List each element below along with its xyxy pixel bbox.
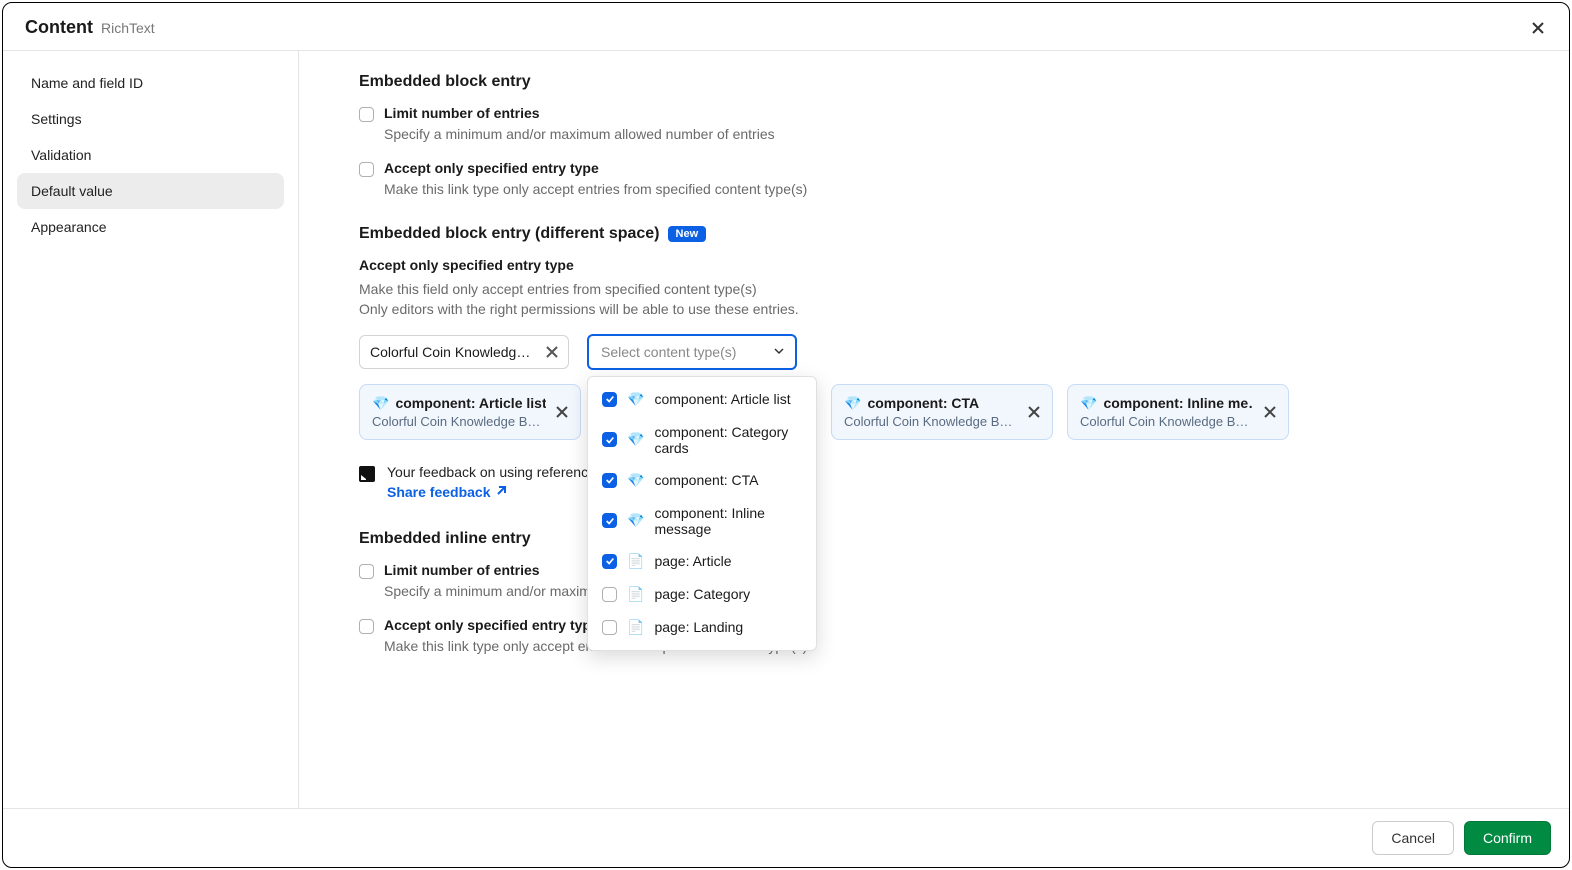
dropdown-item-page-article[interactable]: 📄 page: Article <box>588 545 816 578</box>
share-feedback-link[interactable]: Share feedback <box>387 484 507 500</box>
remove-card-icon[interactable] <box>556 406 568 418</box>
checkbox-limit-entries-2-desc: Specify a minimum and/or maximum allowed… <box>384 583 1509 599</box>
gem-icon: 💎 <box>627 472 644 489</box>
header-subtitle: RichText <box>101 20 155 36</box>
cancel-button[interactable]: Cancel <box>1372 821 1454 855</box>
checkbox-icon <box>602 432 617 447</box>
checkbox-limit-entries-1-label: Limit number of entries <box>384 105 540 121</box>
type-card-title-text: component: CTA <box>867 395 979 411</box>
sidebar-item-appearance[interactable]: Appearance <box>17 209 284 245</box>
dropdown-item-label: component: Inline message <box>654 505 802 537</box>
gem-icon: 💎 <box>1080 395 1097 412</box>
checkbox-limit-entries-2-label: Limit number of entries <box>384 562 540 578</box>
page-icon: 📄 <box>627 619 644 636</box>
dropdown-item-label: page: Article <box>654 553 731 569</box>
dropdown-item-article-list[interactable]: 💎 component: Article list <box>588 383 816 416</box>
gem-icon: 💎 <box>627 431 644 448</box>
section-embedded-block-diff-space-title: Embedded block entry (different space) N… <box>359 225 1509 243</box>
checkbox-limit-entries-1-desc: Specify a minimum and/or maximum allowed… <box>384 126 1509 142</box>
sub-accept-type-desc: Make this field only accept entries from… <box>359 279 1509 320</box>
close-icon[interactable] <box>1529 19 1547 37</box>
page-icon: 📄 <box>627 553 644 570</box>
content-type-select-input[interactable] <box>599 343 767 361</box>
gem-icon: 💎 <box>627 391 644 408</box>
confirm-button[interactable]: Confirm <box>1464 821 1551 855</box>
share-feedback-label: Share feedback <box>387 484 491 500</box>
type-card-subtitle: Colorful Coin Knowledge Base <box>372 414 546 429</box>
dropdown-item-category-cards[interactable]: 💎 component: Category cards <box>588 416 816 464</box>
sidebar-item-default-value[interactable]: Default value <box>17 173 284 209</box>
checkbox-icon <box>602 554 617 569</box>
section-embedded-block-entry-title: Embedded block entry <box>359 73 1509 91</box>
remove-card-icon[interactable] <box>1028 406 1040 418</box>
new-badge: New <box>668 226 707 242</box>
sub-desc-line1: Make this field only accept entries from… <box>359 281 757 297</box>
sub-desc-line2: Only editors with the right permissions … <box>359 301 799 317</box>
dropdown-item-label: component: Category cards <box>654 424 802 456</box>
feedback-text: Your feedback on using references <box>387 464 603 480</box>
chat-bubble-icon <box>359 466 375 482</box>
modal-header: Content RichText <box>3 3 1569 51</box>
dropdown-item-label: page: Category <box>654 586 750 602</box>
section-2-title-text: Embedded block entry (different space) <box>359 225 660 243</box>
selected-type-card: 💎 component: Inline me… Colorful Coin Kn… <box>1067 384 1289 440</box>
main-panel: Embedded block entry Limit number of ent… <box>299 51 1569 808</box>
checkbox-accept-type-1-desc: Make this link type only accept entries … <box>384 181 1509 197</box>
checkbox-icon <box>602 620 617 635</box>
checkbox-accept-type-2[interactable] <box>359 619 374 634</box>
checkbox-icon <box>602 587 617 602</box>
dropdown-item-page-landing[interactable]: 📄 page: Landing <box>588 611 816 644</box>
checkbox-accept-type-1[interactable] <box>359 162 374 177</box>
space-chip-label: Colorful Coin Knowledge B… <box>370 344 538 360</box>
gem-icon: 💎 <box>844 395 861 412</box>
page-icon: 📄 <box>627 586 644 603</box>
external-link-icon <box>495 484 507 500</box>
checkbox-limit-entries-2[interactable] <box>359 564 374 579</box>
header-title: Content <box>25 17 93 38</box>
selected-type-card: 💎 component: Article list Colorful Coin … <box>359 384 581 440</box>
type-card-title-text: component: Inline me… <box>1103 395 1254 411</box>
checkbox-icon <box>602 392 617 407</box>
sidebar-item-name-id[interactable]: Name and field ID <box>17 65 284 101</box>
type-card-subtitle: Colorful Coin Knowledge Base <box>1080 414 1254 429</box>
selected-type-card: 💎 component: CTA Colorful Coin Knowledge… <box>831 384 1053 440</box>
dropdown-item-label: page: Landing <box>654 619 743 635</box>
checkbox-icon <box>602 473 617 488</box>
sidebar: Name and field ID Settings Validation De… <box>3 51 299 808</box>
remove-card-icon[interactable] <box>1264 406 1276 418</box>
modal-footer: Cancel Confirm <box>3 808 1569 867</box>
chevron-down-icon <box>773 344 785 360</box>
checkbox-accept-type-1-label: Accept only specified entry type <box>384 160 599 176</box>
checkbox-icon <box>602 513 617 528</box>
dropdown-item-label: component: CTA <box>654 472 758 488</box>
dropdown-item-cta[interactable]: 💎 component: CTA <box>588 464 816 497</box>
dropdown-item-inline-message[interactable]: 💎 component: Inline message <box>588 497 816 545</box>
gem-icon: 💎 <box>627 512 644 529</box>
checkbox-accept-type-2-label: Accept only specified entry type <box>384 617 599 633</box>
space-chip-remove-icon[interactable] <box>546 346 558 358</box>
checkbox-accept-type-2-desc: Make this link type only accept entries … <box>384 638 1509 654</box>
sidebar-item-validation[interactable]: Validation <box>17 137 284 173</box>
sub-accept-type-label: Accept only specified entry type <box>359 257 1509 273</box>
section-embedded-inline-entry-title: Embedded inline entry <box>359 530 1509 548</box>
feedback-box: Your feedback on using references Share … <box>359 464 1509 500</box>
type-card-title-text: component: Article list <box>395 395 546 411</box>
type-card-subtitle: Colorful Coin Knowledge Base <box>844 414 1018 429</box>
checkbox-limit-entries-1[interactable] <box>359 107 374 122</box>
gem-icon: 💎 <box>372 395 389 412</box>
space-chip: Colorful Coin Knowledge B… <box>359 335 569 369</box>
dropdown-item-label: component: Article list <box>654 391 790 407</box>
content-type-dropdown: 💎 component: Article list 💎 component: C… <box>587 376 817 651</box>
sidebar-item-settings[interactable]: Settings <box>17 101 284 137</box>
content-type-select[interactable] <box>587 334 797 370</box>
dropdown-item-page-category[interactable]: 📄 page: Category <box>588 578 816 611</box>
